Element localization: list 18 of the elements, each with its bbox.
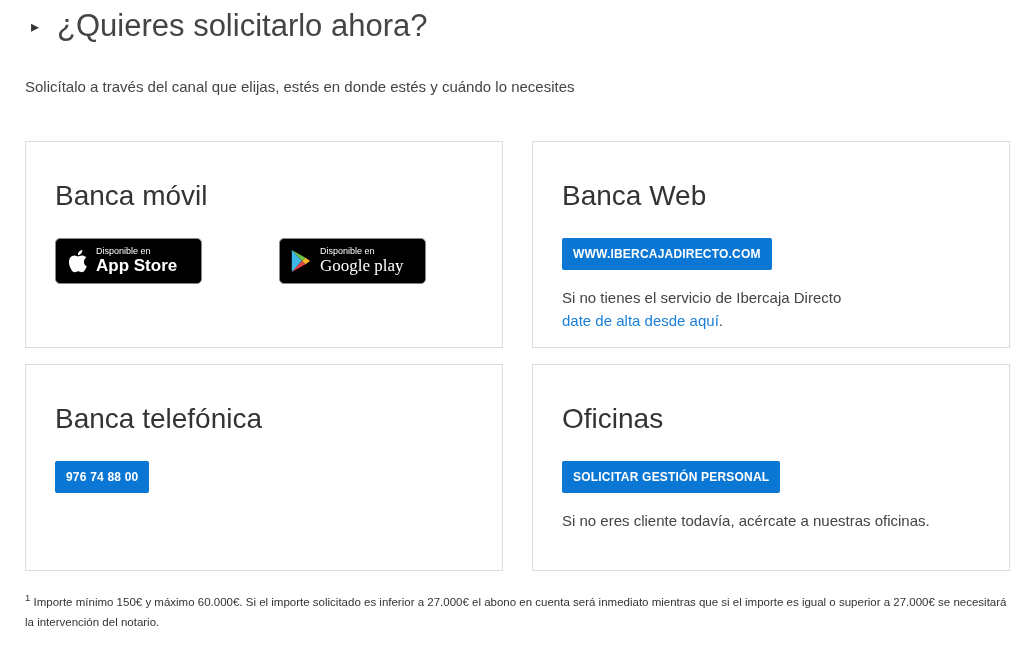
card-description: Si no eres cliente todavía, acércate a nuestras oficinas. [562, 511, 931, 531]
action-button[interactable]: SOLICITAR GESTIÓN PERSONAL [562, 461, 781, 493]
card-title: Oficinas [562, 403, 665, 435]
action-button[interactable]: 976 74 88 00 [55, 461, 150, 493]
signup-link[interactable]: date de alta desde aquí [562, 312, 719, 329]
play-triangle-icon [290, 248, 312, 274]
card-title: Banca telefónica [55, 403, 264, 435]
bullet-marker: ▸ [31, 16, 40, 36]
card-title: Banca Web [562, 180, 708, 212]
action-button[interactable]: WWW.IBERCAJADIRECTO.COM [562, 238, 772, 270]
card-title: Banca móvil [55, 180, 209, 212]
apple-icon [66, 248, 88, 274]
intro-text: Solicítalo a través del canal que elijas, estés en donde estés y cuándo lo necesites [25, 78, 576, 95]
card-description: Si no tienes el servicio de Ibercaja Directo date de alta desde aquí. [562, 288, 843, 331]
store-badge[interactable]: Disponible en App Store [55, 238, 202, 284]
store-badge[interactable]: Disponible en Google play [279, 238, 426, 284]
footnote-text: $^{1}$ Importe mínimo 150€ y máximo 60.000€. Si el importe solicitado es inferior a 27.000€ el abono en cuenta será inmediato mientras que si el importe es igual o superior a 27.000€ se necesitará la intervención del notario. [25, 591, 1008, 630]
section-title: ¿Quieres solicitarlo ahora? [57, 8, 428, 44]
